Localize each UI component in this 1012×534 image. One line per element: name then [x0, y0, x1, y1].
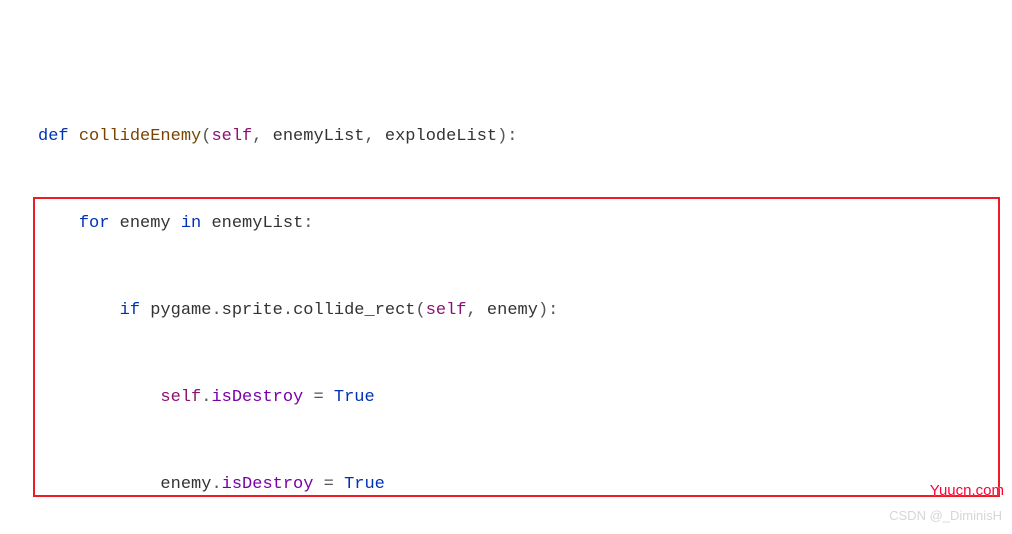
var: enemy — [160, 475, 211, 494]
param: explodeList — [385, 127, 497, 146]
var: enemy — [120, 214, 171, 233]
module: sprite — [222, 301, 283, 320]
param-self: self — [211, 127, 252, 146]
param: enemyList — [273, 127, 365, 146]
keyword-for: for — [79, 214, 110, 233]
attr: isDestroy — [211, 388, 303, 407]
code-line: def collideEnemy(self, enemyList, explod… — [0, 122, 1012, 151]
code-block: def collideEnemy(self, enemyList, explod… — [0, 0, 1012, 534]
bool: True — [344, 475, 385, 494]
watermark-csdn: CSDN @_DiminisH — [889, 501, 1002, 530]
module: pygame — [150, 301, 211, 320]
arg-self: self — [426, 301, 467, 320]
var: enemyList — [211, 214, 303, 233]
code-line: enemy.isDestroy = True — [0, 470, 1012, 499]
keyword-if: if — [120, 301, 140, 320]
highlight-box — [33, 197, 1000, 497]
code-line: if pygame.sprite.collide_rect(self, enem… — [0, 296, 1012, 325]
attr: isDestroy — [222, 475, 314, 494]
self: self — [160, 388, 201, 407]
code-line: self.isDestroy = True — [0, 383, 1012, 412]
bool: True — [334, 388, 375, 407]
op: = — [313, 388, 323, 407]
keyword-in: in — [181, 214, 201, 233]
function-name: collideEnemy — [79, 127, 201, 146]
code-line: for enemy in enemyList: — [0, 209, 1012, 238]
keyword-def: def — [38, 127, 69, 146]
op: = — [324, 475, 334, 494]
call: collide_rect — [293, 301, 415, 320]
arg: enemy — [487, 301, 538, 320]
